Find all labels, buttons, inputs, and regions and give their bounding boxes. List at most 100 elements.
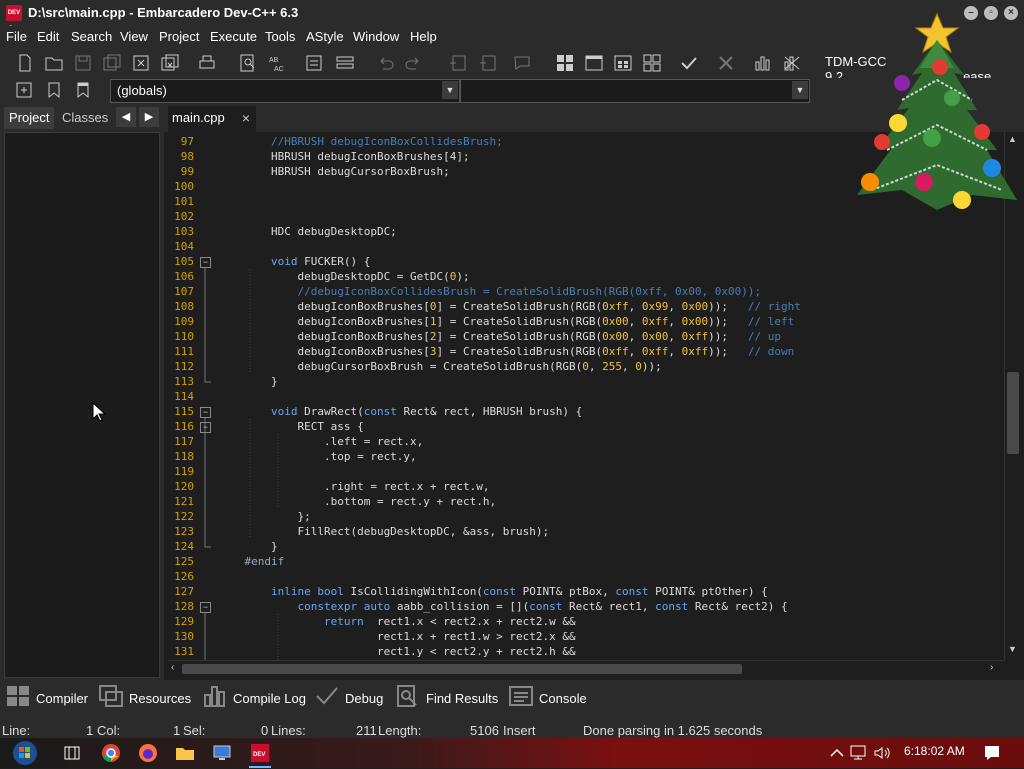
toggle-bookmark-icon[interactable] bbox=[335, 53, 355, 73]
code-line[interactable]: debugIconBoxBrushes[3] = CreateSolidBrus… bbox=[218, 344, 794, 359]
code-line[interactable]: debugIconBoxBrushes[0] = CreateSolidBrus… bbox=[218, 299, 800, 314]
horizontal-scrollbar[interactable]: ‹ › bbox=[168, 660, 1004, 677]
syntax-check-icon[interactable] bbox=[679, 53, 699, 73]
run-icon[interactable] bbox=[584, 53, 604, 73]
code-line[interactable]: } bbox=[218, 374, 278, 389]
tab-main-cpp[interactable]: main.cpp × bbox=[168, 106, 256, 132]
goto-bookmark-icon[interactable] bbox=[73, 80, 93, 100]
network-icon[interactable] bbox=[849, 743, 869, 763]
menu-project[interactable]: Project bbox=[159, 29, 199, 44]
fold-toggle-icon[interactable]: − bbox=[200, 257, 211, 268]
scroll-down-icon[interactable]: ▼ bbox=[1008, 644, 1017, 654]
code-line[interactable]: .bottom = rect.y + rect.h, bbox=[218, 494, 496, 509]
code-line[interactable]: #endif bbox=[218, 554, 285, 569]
chevron-left-icon[interactable]: ◀ bbox=[116, 107, 136, 127]
code-line[interactable]: void DrawRect(const Rect& rect, HBRUSH b… bbox=[218, 404, 582, 419]
code-line[interactable]: HBRUSH debugCursorBoxBrush; bbox=[218, 164, 450, 179]
code-line[interactable]: FillRect(debugDesktopDC, &ass, brush); bbox=[218, 524, 549, 539]
code-line[interactable]: void FUCKER() { bbox=[218, 254, 370, 269]
print-icon[interactable] bbox=[197, 53, 217, 73]
task-view-icon[interactable] bbox=[62, 743, 82, 763]
fold-toggle-icon[interactable]: − bbox=[200, 407, 211, 418]
chevron-down-icon[interactable]: ▼ bbox=[442, 81, 458, 99]
tab-find-results[interactable]: Find Results bbox=[396, 685, 498, 707]
find-icon[interactable] bbox=[238, 53, 258, 73]
horizontal-scroll-thumb[interactable] bbox=[182, 664, 742, 674]
stop-execution-icon[interactable] bbox=[716, 53, 736, 73]
code-line[interactable]: constexpr auto aabb_collision = [](const… bbox=[218, 599, 787, 614]
show-hidden-icons-chevron-up-icon[interactable] bbox=[827, 743, 847, 763]
fold-toggle-icon[interactable]: − bbox=[200, 602, 211, 613]
tab-console[interactable]: Console bbox=[509, 685, 587, 707]
open-file-icon[interactable] bbox=[44, 53, 64, 73]
tab-debug[interactable]: Debug bbox=[315, 685, 383, 707]
chevron-down-icon[interactable]: ▼ bbox=[792, 81, 808, 99]
indent-icon[interactable] bbox=[448, 53, 468, 73]
code-line[interactable]: .right = rect.x + rect.w, bbox=[218, 479, 490, 494]
tab-project[interactable]: Project bbox=[4, 107, 55, 129]
code-line[interactable]: //HBRUSH debugIconBoxCollidesBrush; bbox=[218, 134, 503, 149]
code-line[interactable]: rect1.x + rect1.w > rect2.x && bbox=[218, 629, 576, 644]
tab-compiler[interactable]: Compiler bbox=[6, 685, 88, 707]
save-icon[interactable] bbox=[73, 53, 93, 73]
tab-resources[interactable]: Resources bbox=[99, 685, 191, 707]
taskbar-clock[interactable]: 6:18:02 AM bbox=[904, 744, 965, 758]
undo-icon[interactable] bbox=[375, 53, 395, 73]
firefox-icon[interactable] bbox=[138, 743, 158, 763]
fold-toggle-icon[interactable]: − bbox=[200, 422, 211, 433]
menu-edit[interactable]: Edit bbox=[37, 29, 59, 44]
close-tab-icon[interactable]: × bbox=[242, 106, 250, 130]
menu-view[interactable]: View bbox=[120, 29, 148, 44]
delete-profile-icon[interactable] bbox=[782, 53, 802, 73]
unindent-icon[interactable] bbox=[478, 53, 498, 73]
scroll-left-icon[interactable]: ‹ bbox=[171, 662, 174, 673]
windows-start-icon[interactable] bbox=[12, 740, 38, 766]
action-center-icon[interactable] bbox=[982, 743, 1002, 763]
menu-help[interactable]: Help bbox=[410, 29, 437, 44]
compile-run-icon[interactable] bbox=[613, 53, 633, 73]
code-line[interactable]: debugIconBoxBrushes[2] = CreateSolidBrus… bbox=[218, 329, 781, 344]
code-line[interactable]: } bbox=[218, 539, 278, 554]
tab-compile-log[interactable]: Compile Log bbox=[203, 685, 306, 707]
menu-tools[interactable]: Tools bbox=[265, 29, 295, 44]
code-line[interactable]: HBRUSH debugIconBoxBrushes[4]; bbox=[218, 149, 470, 164]
menu-execute[interactable]: Execute bbox=[210, 29, 257, 44]
code-line[interactable]: rect1.y < rect2.y + rect2.h && bbox=[218, 644, 576, 659]
scope-combo[interactable]: (globals) ▼ bbox=[110, 79, 460, 103]
volume-icon[interactable] bbox=[872, 743, 892, 763]
vertical-scroll-thumb[interactable] bbox=[1007, 372, 1019, 454]
code-line[interactable]: debugDesktopDC = GetDC(0); bbox=[218, 269, 469, 284]
menu-window[interactable]: Window bbox=[353, 29, 399, 44]
fold-gutter[interactable]: − − − − bbox=[194, 132, 216, 660]
file-explorer-icon[interactable] bbox=[175, 743, 195, 763]
insert-icon[interactable] bbox=[14, 80, 34, 100]
bookmark-icon[interactable] bbox=[44, 80, 64, 100]
close-file-icon[interactable] bbox=[131, 53, 151, 73]
save-all-icon[interactable] bbox=[102, 53, 122, 73]
code-line[interactable]: RECT ass { bbox=[218, 419, 363, 434]
menu-file[interactable]: File bbox=[6, 29, 27, 44]
rebuild-icon[interactable] bbox=[642, 53, 662, 73]
remote-desktop-icon[interactable] bbox=[212, 743, 232, 763]
code-line[interactable]: return rect1.x < rect2.x + rect2.w && bbox=[218, 614, 576, 629]
code-line[interactable]: HDC debugDesktopDC; bbox=[218, 224, 397, 239]
member-combo[interactable]: ▼ bbox=[460, 79, 810, 103]
new-file-icon[interactable] bbox=[15, 53, 35, 73]
chevron-right-icon[interactable]: ▶ bbox=[139, 107, 159, 127]
code-line[interactable]: debugCursorBoxBrush = CreateSolidBrush(R… bbox=[218, 359, 661, 374]
scroll-right-icon[interactable]: › bbox=[990, 662, 993, 673]
code-line[interactable]: }; bbox=[218, 509, 310, 524]
comment-icon[interactable] bbox=[512, 53, 532, 73]
code-line[interactable]: debugIconBoxBrushes[1] = CreateSolidBrus… bbox=[218, 314, 794, 329]
devcpp-taskbar-icon[interactable]: DEV bbox=[250, 743, 270, 763]
menu-astyle[interactable]: AStyle bbox=[306, 29, 344, 44]
redo-icon[interactable] bbox=[404, 53, 424, 73]
replace-icon[interactable]: AB AC bbox=[267, 53, 287, 73]
code-line[interactable]: inline bool IsCollidingWithIcon(const PO… bbox=[218, 584, 768, 599]
menu-search[interactable]: Search bbox=[71, 29, 112, 44]
tab-classes[interactable]: Classes bbox=[57, 107, 113, 129]
code-line[interactable]: .left = rect.x, bbox=[218, 434, 423, 449]
profile-icon[interactable] bbox=[753, 53, 773, 73]
code-line[interactable]: .top = rect.y, bbox=[218, 449, 417, 464]
chrome-icon[interactable] bbox=[101, 743, 121, 763]
